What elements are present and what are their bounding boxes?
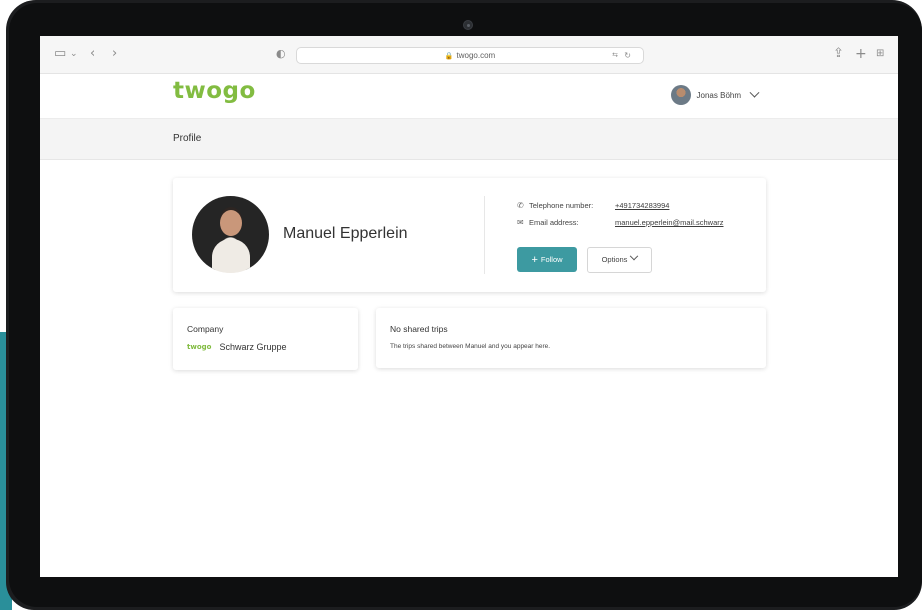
chevron-down-icon	[749, 87, 760, 98]
company-logo: twogo	[187, 343, 212, 351]
follow-button[interactable]: + Follow	[517, 247, 577, 272]
app-header: twogo Jonas Böhm	[40, 74, 898, 118]
profile-card: Manuel Epperlein ✆ Telephone number: +49…	[173, 178, 766, 292]
sidebar-icon[interactable]: ▭	[54, 47, 66, 61]
telephone-row: ✆ Telephone number: +491734283994	[517, 201, 669, 210]
telephone-label: Telephone number:	[529, 201, 594, 210]
company-name: Schwarz Gruppe	[219, 342, 287, 352]
chevron-down-icon	[630, 251, 639, 261]
email-label: Email address:	[529, 218, 579, 227]
plus-icon: +	[531, 254, 538, 266]
page-header: Profile	[40, 118, 898, 160]
lock-icon: 🔒	[444, 53, 454, 60]
browser-screen: ▭ ⌄ ‹ › ◐ 🔒 twogo.com ⇆ ↻ ⇪ + ⊞ twogo Jon…	[40, 36, 898, 577]
avatar	[670, 85, 691, 105]
profile-name: Manuel Epperlein	[283, 225, 408, 242]
translate-icon[interactable]: ⇆	[612, 48, 618, 63]
privacy-shield-icon[interactable]: ◐	[276, 47, 286, 61]
options-label: Options	[601, 255, 628, 264]
share-icon[interactable]: ⇪	[833, 47, 844, 61]
trips-card: No shared trips The trips shared between…	[376, 308, 766, 368]
mail-icon: ✉	[517, 218, 524, 227]
forward-arrow-icon[interactable]: ›	[112, 47, 117, 61]
user-menu[interactable]: Jonas Böhm	[670, 85, 760, 105]
divider	[484, 196, 485, 274]
email-link[interactable]: manuel.epperlein@mail.schwarz	[615, 218, 724, 227]
email-row: ✉ Email address: manuel.epperlein@mail.s…	[517, 218, 724, 227]
camera-icon	[463, 20, 473, 30]
chevron-down-icon[interactable]: ⌄	[70, 47, 78, 61]
user-name: Jonas Böhm	[696, 90, 741, 100]
page-title: Profile	[173, 133, 202, 144]
twogo-logo[interactable]: twogo	[173, 78, 256, 104]
company-row: twogo Schwarz Gruppe	[187, 342, 286, 352]
stage: ▭ ⌄ ‹ › ◐ 🔒 twogo.com ⇆ ↻ ⇪ + ⊞ twogo Jon…	[0, 0, 922, 610]
trips-description: The trips shared between Manuel and you …	[390, 343, 551, 350]
options-button[interactable]: Options	[587, 247, 652, 273]
profile-photo	[192, 196, 269, 273]
trips-heading: No shared trips	[390, 324, 448, 334]
company-card: Company twogo Schwarz Gruppe	[173, 308, 358, 370]
reload-icon[interactable]: ↻	[624, 48, 631, 63]
telephone-link[interactable]: +491734283994	[615, 201, 669, 210]
browser-toolbar: ▭ ⌄ ‹ › ◐ 🔒 twogo.com ⇆ ↻ ⇪ + ⊞	[40, 36, 898, 74]
address-bar[interactable]: 🔒 twogo.com ⇆ ↻	[296, 47, 644, 64]
plus-icon[interactable]: +	[855, 47, 867, 61]
phone-icon: ✆	[517, 201, 524, 210]
back-arrow-icon[interactable]: ‹	[90, 47, 95, 61]
grid-icon[interactable]: ⊞	[876, 47, 884, 61]
follow-label: Follow	[540, 255, 563, 264]
url-text: twogo.com	[456, 51, 496, 60]
company-heading: Company	[187, 324, 224, 334]
